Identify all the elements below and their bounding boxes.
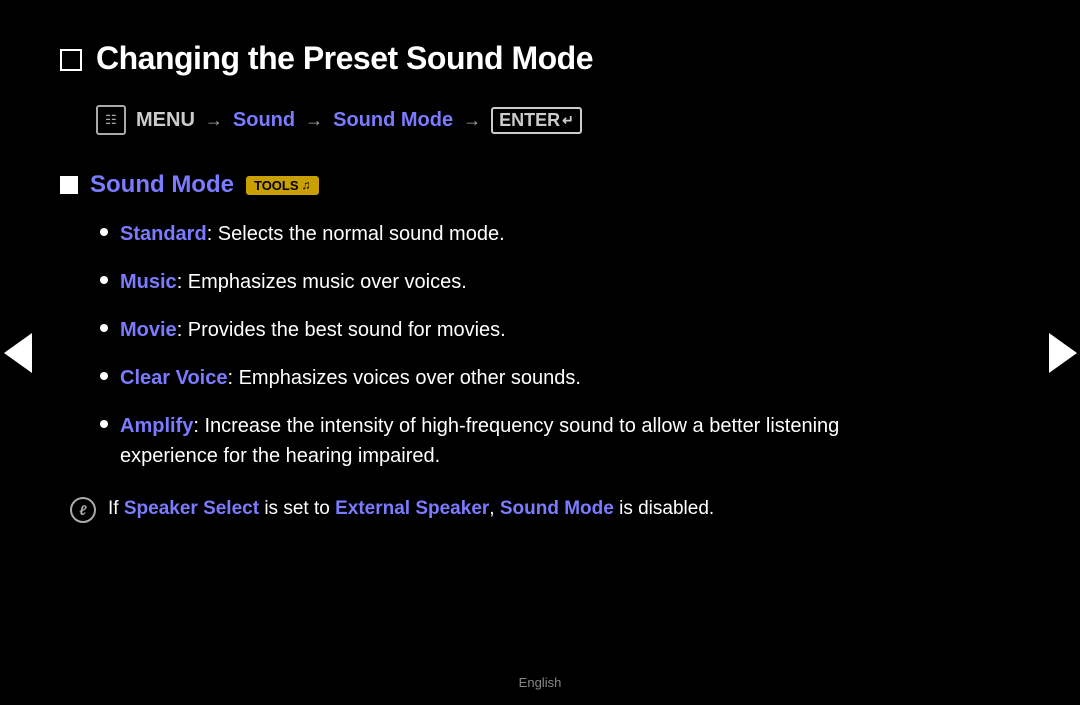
enter-box: ENTER↵ (491, 107, 582, 134)
note-mid: is set to (259, 498, 335, 519)
list-item: Amplify: Increase the intensity of high-… (100, 411, 920, 471)
list-item: Standard: Selects the normal sound mode. (100, 219, 920, 249)
enter-label: ENTER (499, 110, 560, 131)
bullet-list: Standard: Selects the normal sound mode.… (100, 219, 920, 471)
bullet-dot (100, 420, 108, 428)
section-header: Sound Mode TOOLS♫ (60, 171, 920, 199)
right-arrow-icon (1049, 333, 1077, 373)
bullet-dot (100, 276, 108, 284)
list-item: Clear Voice: Emphasizes voices over othe… (100, 363, 920, 393)
item-label-music: Music (120, 271, 177, 293)
menu-path: ☷ MENU → Sound → Sound Mode → ENTER↵ (96, 105, 920, 135)
page-title: Changing the Preset Sound Mode (96, 40, 593, 77)
list-item: Movie: Provides the best sound for movie… (100, 315, 920, 345)
item-desc-standard: : Selects the normal sound mode. (207, 223, 505, 245)
item-text: Music: Emphasizes music over voices. (120, 267, 467, 297)
item-label-amplify: Amplify (120, 415, 193, 437)
sound-mode-label: Sound Mode (333, 109, 453, 132)
item-desc-music: : Emphasizes music over voices. (177, 271, 467, 293)
menu-label: MENU (136, 109, 195, 132)
item-label-standard: Standard (120, 223, 207, 245)
footer-text: English (519, 675, 562, 690)
left-arrow-icon (4, 333, 32, 373)
list-item: Music: Emphasizes music over voices. (100, 267, 920, 297)
note-icon: ℓ (70, 497, 96, 523)
tools-badge: TOOLS♫ (246, 176, 319, 195)
arrow-1: → (205, 110, 223, 131)
item-text: Amplify: Increase the intensity of high-… (120, 411, 920, 471)
note-section: ℓ If Speaker Select is set to External S… (70, 495, 920, 524)
note-sep: , (489, 498, 500, 519)
nav-arrow-left[interactable] (0, 323, 35, 383)
note-text: If Speaker Select is set to External Spe… (108, 495, 714, 524)
checkbox-icon (60, 49, 82, 71)
item-label-movie: Movie (120, 319, 177, 341)
item-label-clear-voice: Clear Voice (120, 367, 227, 389)
page-title-container: Changing the Preset Sound Mode (60, 40, 920, 77)
nav-arrow-right[interactable] (1045, 323, 1080, 383)
bullet-dot (100, 228, 108, 236)
footer: English (519, 675, 562, 690)
sound-mode-note-label: Sound Mode (500, 498, 614, 519)
note-prefix: If (108, 498, 124, 519)
tools-badge-text: TOOLS (254, 178, 299, 193)
bullet-dot (100, 324, 108, 332)
external-speaker-label: External Speaker (335, 498, 489, 519)
section-title: Sound Mode (90, 171, 234, 199)
item-text: Standard: Selects the normal sound mode. (120, 219, 505, 249)
item-text: Movie: Provides the best sound for movie… (120, 315, 506, 345)
note-suffix: is disabled. (614, 498, 714, 519)
enter-arrow-icon: ↵ (562, 112, 574, 129)
item-text: Clear Voice: Emphasizes voices over othe… (120, 363, 581, 393)
item-desc-clear-voice: : Emphasizes voices over other sounds. (227, 367, 581, 389)
music-note-icon: ♫ (302, 178, 311, 192)
bullet-dot (100, 372, 108, 380)
menu-icon: ☷ (96, 105, 126, 135)
square-icon (60, 176, 78, 194)
item-desc-amplify: : Increase the intensity of high-frequen… (120, 415, 839, 467)
main-content: Changing the Preset Sound Mode ☷ MENU → … (0, 0, 1000, 564)
item-desc-movie: : Provides the best sound for movies. (177, 319, 506, 341)
speaker-select-label: Speaker Select (124, 498, 259, 519)
arrow-3: → (463, 110, 481, 131)
sound-label: Sound (233, 109, 295, 132)
arrow-2: → (305, 110, 323, 131)
